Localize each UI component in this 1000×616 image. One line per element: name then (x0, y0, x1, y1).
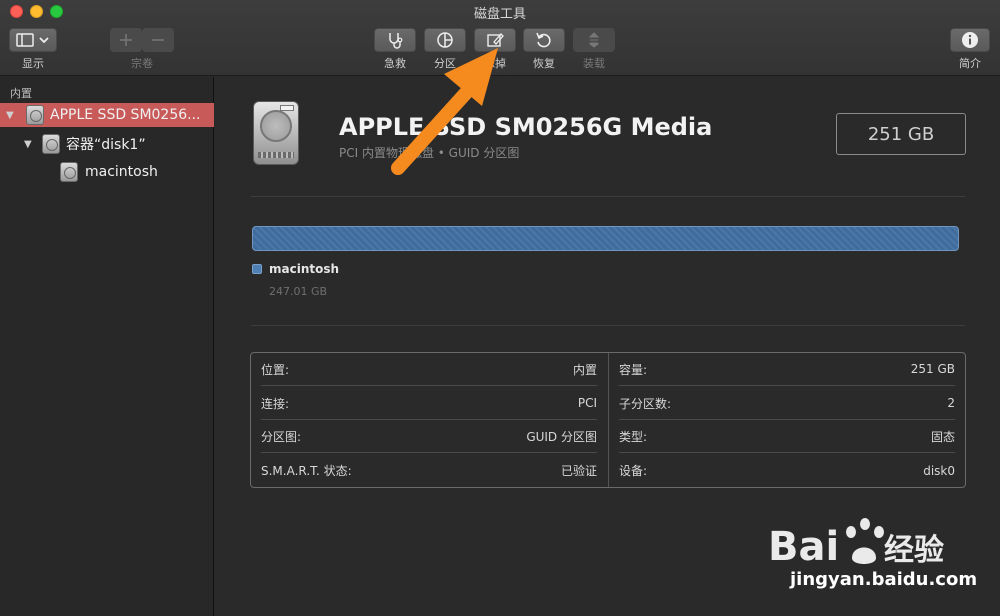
view-button[interactable] (9, 28, 57, 52)
restore-label: 恢复 (533, 57, 555, 70)
info-label: S.M.A.R.T. 状态: (261, 464, 352, 478)
add-volume-button[interactable] (110, 28, 142, 52)
restore-arrow-icon (536, 32, 551, 48)
info-row-device: 设备: disk0 (619, 454, 955, 487)
svg-text:Bai: Bai (768, 524, 839, 570)
info-value: 2 (947, 396, 955, 410)
disk-utility-window: 磁盘工具 显示 宗卷 急救 分区 抹掉 恢复 装载 简介 内置 ▼ APPLE … (0, 0, 1000, 616)
mount-label: 装载 (583, 57, 605, 70)
hard-drive-icon (253, 101, 299, 165)
divider (251, 196, 965, 197)
info-row-partition-map: 分区图: GUID 分区图 (261, 420, 597, 453)
mount-icon (588, 32, 600, 48)
partition-usage-bar (252, 226, 959, 251)
disclosure-triangle-icon[interactable]: ▼ (6, 110, 18, 121)
info-label: 位置: (261, 362, 290, 377)
sidebar-item-apple-ssd[interactable]: ▼ APPLE SSD SM0256... (0, 103, 214, 127)
info-label: 设备: (619, 464, 648, 478)
sidebar-section-internal: 内置 (10, 87, 32, 100)
partition-color-swatch (252, 264, 262, 274)
info-label: 类型: (619, 429, 648, 444)
info-icon (962, 32, 978, 48)
sidebar-item-container-disk1[interactable]: ▼ 容器“disk1” (0, 132, 214, 156)
ssd-icon (26, 105, 44, 125)
info-label: 子分区数: (619, 396, 672, 411)
info-row-capacity: 容量: 251 GB (619, 353, 955, 386)
sidebar-toggle-icon (16, 33, 49, 47)
info-row-connection: 连接: PCI (261, 387, 597, 420)
info-row-type: 类型: 固态 (619, 420, 955, 453)
remove-volume-button[interactable] (142, 28, 174, 52)
info-button[interactable] (950, 28, 990, 52)
minus-icon (152, 39, 164, 41)
info-label: 简介 (959, 57, 981, 70)
partition-size: 247.01 GB (269, 285, 328, 298)
info-label: 分区图: (261, 429, 302, 444)
volume-disk-icon (60, 162, 78, 182)
partition-name: macintosh (269, 262, 340, 276)
restore-button[interactable] (523, 28, 565, 52)
info-value: PCI (577, 396, 597, 410)
info-value: 251 GB (910, 362, 955, 376)
info-column-left: 位置: 内置 连接: PCI 分区图: GUID 分区图 S.M.A.R.T. … (251, 353, 608, 487)
mount-button[interactable] (573, 28, 615, 52)
volume-label: 宗卷 (131, 57, 153, 70)
info-value: disk0 (923, 463, 955, 478)
info-row-location: 位置: 内置 (261, 353, 597, 386)
container-disk-icon (42, 134, 60, 154)
disk-capacity-badge: 251 GB (836, 113, 966, 155)
window-title: 磁盘工具 (473, 7, 526, 22)
svg-text:经验: 经验 (884, 533, 944, 568)
info-label: 容量: (619, 362, 648, 377)
info-value: GUID 分区图 (526, 429, 597, 444)
sidebar-item-label: 容器“disk1” (66, 137, 146, 153)
info-value: 内置 (572, 362, 597, 377)
disclosure-triangle-icon[interactable]: ▼ (24, 139, 36, 150)
info-value: 已验证 (560, 464, 597, 478)
info-row-child-count: 子分区数: 2 (619, 387, 955, 420)
divider (251, 325, 965, 326)
sidebar-item-macintosh[interactable]: macintosh (0, 160, 214, 184)
info-column-right: 容量: 251 GB 子分区数: 2 类型: 固态 设备: disk0 (608, 353, 965, 487)
baidu-jingyan-logo: Bai 经验 (768, 518, 944, 570)
sidebar-item-label: APPLE SSD SM0256... (50, 107, 201, 123)
plus-icon (120, 34, 132, 46)
disk-info-table: 位置: 内置 连接: PCI 分区图: GUID 分区图 S.M.A.R.T. … (250, 352, 966, 488)
sidebar: 内置 ▼ APPLE SSD SM0256... ▼ 容器“disk1” mac… (0, 77, 214, 616)
info-row-smart-status: S.M.A.R.T. 状态: 已验证 (261, 454, 597, 487)
sidebar-item-label: macintosh (85, 164, 158, 180)
info-label: 连接: (261, 396, 290, 411)
view-label: 显示 (22, 57, 44, 70)
watermark-url: jingyan.baidu.com (790, 569, 978, 590)
annotation-arrow-icon (391, 48, 498, 175)
info-value: 固态 (930, 429, 955, 444)
